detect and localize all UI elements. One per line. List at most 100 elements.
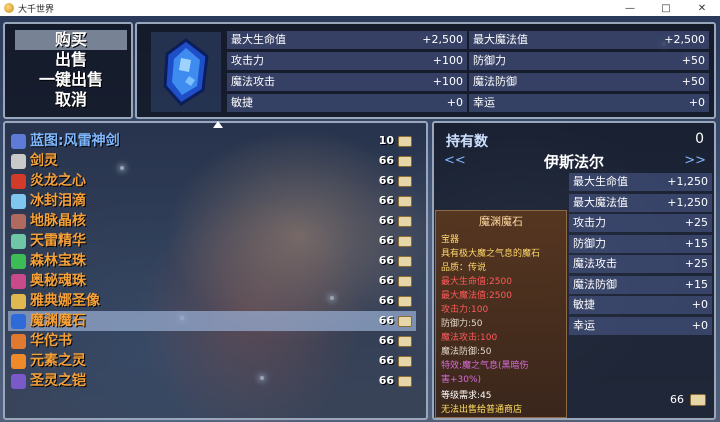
stat-value: +50 [681, 54, 705, 67]
item-count: 66 [378, 214, 394, 227]
item-row[interactable]: 雅典娜圣像 66 [8, 291, 416, 311]
buy-command[interactable]: 购买 [15, 30, 127, 50]
item-icon [11, 154, 26, 169]
card-attribute-line: 害+30%) [441, 375, 482, 385]
item-icon [11, 314, 26, 329]
item-icon [11, 174, 26, 189]
item-count: 66 [378, 234, 394, 247]
next-character-button[interactable]: >> [684, 153, 706, 168]
stat-value: +15 [684, 236, 708, 250]
item-name: 元素之灵 [30, 353, 86, 369]
card-attribute-line: 魔法攻击:100 [441, 333, 498, 343]
item-row[interactable]: 天雷精华 66 [8, 231, 416, 251]
stat-value: +100 [432, 75, 463, 88]
cancel-command[interactable]: 取消 [15, 90, 127, 110]
compare-stat-cell: 最大生命值 +1,250 [569, 173, 712, 191]
shop-command-panel: 购买 出售 一键出售 取消 [3, 22, 133, 119]
card-description: 具有极大魔之气息的魔石 [441, 249, 541, 259]
item-preview [151, 32, 221, 112]
stat-label: 最大生命值 [573, 175, 628, 188]
item-row[interactable]: 森林宝珠 66 [8, 251, 416, 271]
scroll-up-arrow-icon[interactable] [213, 121, 223, 128]
item-icon [11, 334, 26, 349]
item-count: 66 [378, 154, 394, 167]
price-value: 66 [670, 393, 684, 406]
item-icon [11, 374, 26, 389]
stat-label: 敏捷 [231, 96, 253, 109]
item-row[interactable]: 圣灵之铠 66 [8, 371, 416, 391]
item-row[interactable]: 剑灵 66 [8, 151, 416, 171]
item-name: 魔渊魔石 [30, 313, 86, 329]
item-row[interactable]: 蓝图:风雷神剑 10 [8, 131, 416, 151]
compare-stat-cell: 幸运 +0 [569, 316, 712, 335]
card-quality: 品质：传说 [441, 263, 487, 273]
item-row[interactable]: 冰封泪滴 66 [8, 191, 416, 211]
stat-label: 攻击力 [231, 54, 264, 67]
sell-all-command[interactable]: 一键出售 [15, 70, 127, 90]
scroll-icon [398, 256, 412, 267]
item-icon [11, 274, 26, 289]
item-name: 奥秘魂珠 [30, 273, 86, 289]
item-row[interactable]: 魔渊魔石 66 [8, 311, 416, 331]
stat-value: +15 [684, 277, 708, 291]
compare-stat-cell: 魔法防御 +15 [569, 275, 712, 294]
stat-label: 幸运 [573, 318, 595, 332]
stat-value: +2,500 [664, 33, 705, 46]
scroll-icon [690, 394, 706, 406]
item-name: 蓝图:风雷神剑 [30, 133, 120, 149]
character-name: 伊斯法尔 [543, 153, 604, 171]
window-titlebar: 大千世界 — □ ✕ [0, 0, 720, 16]
gem-icon [163, 38, 209, 106]
stat-cell: 魔法防御 +50 [469, 73, 709, 91]
item-name: 天雷精华 [30, 233, 86, 249]
scroll-icon [398, 296, 412, 307]
item-row[interactable]: 奥秘魂珠 66 [8, 271, 416, 291]
card-level-requirement: 等级需求:45 [441, 391, 492, 401]
item-name: 雅典娜圣像 [30, 293, 100, 309]
card-category: 宝器 [441, 235, 460, 245]
item-count: 10 [378, 134, 394, 147]
minimize-button[interactable]: — [612, 3, 648, 14]
card-attribute-line: 魔法防御:50 [441, 347, 492, 357]
app-icon [4, 3, 14, 13]
scroll-icon [398, 176, 412, 187]
item-icon [11, 194, 26, 209]
compare-stat-cell: 魔法攻击 +25 [569, 255, 712, 273]
card-sell-note: 无法出售给普通商店 [441, 405, 523, 415]
item-row[interactable]: 炎龙之心 66 [8, 171, 416, 191]
card-attribute-line: 最大生命值:2500 [441, 277, 512, 287]
item-row[interactable]: 元素之灵 66 [8, 351, 416, 371]
stat-cell: 幸运 +0 [469, 94, 709, 112]
stat-label: 防御力 [573, 236, 606, 250]
item-count: 66 [378, 294, 394, 307]
item-name: 地脉晶核 [30, 213, 86, 229]
item-row[interactable]: 华佗书 66 [8, 331, 416, 351]
item-icon [11, 354, 26, 369]
scroll-icon [398, 276, 412, 287]
card-attribute-line: 最大魔法值:2500 [441, 291, 512, 301]
sell-command[interactable]: 出售 [15, 50, 127, 70]
item-count: 66 [378, 374, 394, 387]
stat-value: +1,250 [667, 195, 708, 209]
compare-stat-cell: 攻击力 +25 [569, 214, 712, 232]
stat-cell: 最大魔法值 +2,500 [469, 31, 709, 49]
item-name: 圣灵之铠 [30, 373, 86, 389]
stat-label: 魔法攻击 [231, 75, 275, 88]
stat-label: 最大魔法值 [573, 195, 628, 209]
card-attribute-line: 特效:魔之气息(黑暗伤 [441, 361, 529, 371]
close-button[interactable]: ✕ [684, 3, 720, 14]
stat-label: 幸运 [473, 96, 495, 109]
scroll-icon [398, 376, 412, 387]
stat-label: 魔法防御 [573, 277, 617, 291]
stat-cell: 防御力 +50 [469, 52, 709, 70]
stat-label: 魔法防御 [473, 75, 517, 88]
item-description-card: 魔渊魔石 宝器 具有极大魔之气息的魔石 品质：传说 最大生命值:2500 最大魔法… [435, 210, 567, 418]
card-attribute-line: 攻击力:100 [441, 305, 489, 315]
item-name: 炎龙之心 [30, 173, 86, 189]
compare-stat-cell: 最大魔法值 +1,250 [569, 193, 712, 212]
scroll-icon [398, 196, 412, 207]
maximize-button[interactable]: □ [648, 3, 684, 14]
item-icon [11, 214, 26, 229]
stat-cell: 最大生命值 +2,500 [227, 31, 467, 49]
item-row[interactable]: 地脉晶核 66 [8, 211, 416, 231]
